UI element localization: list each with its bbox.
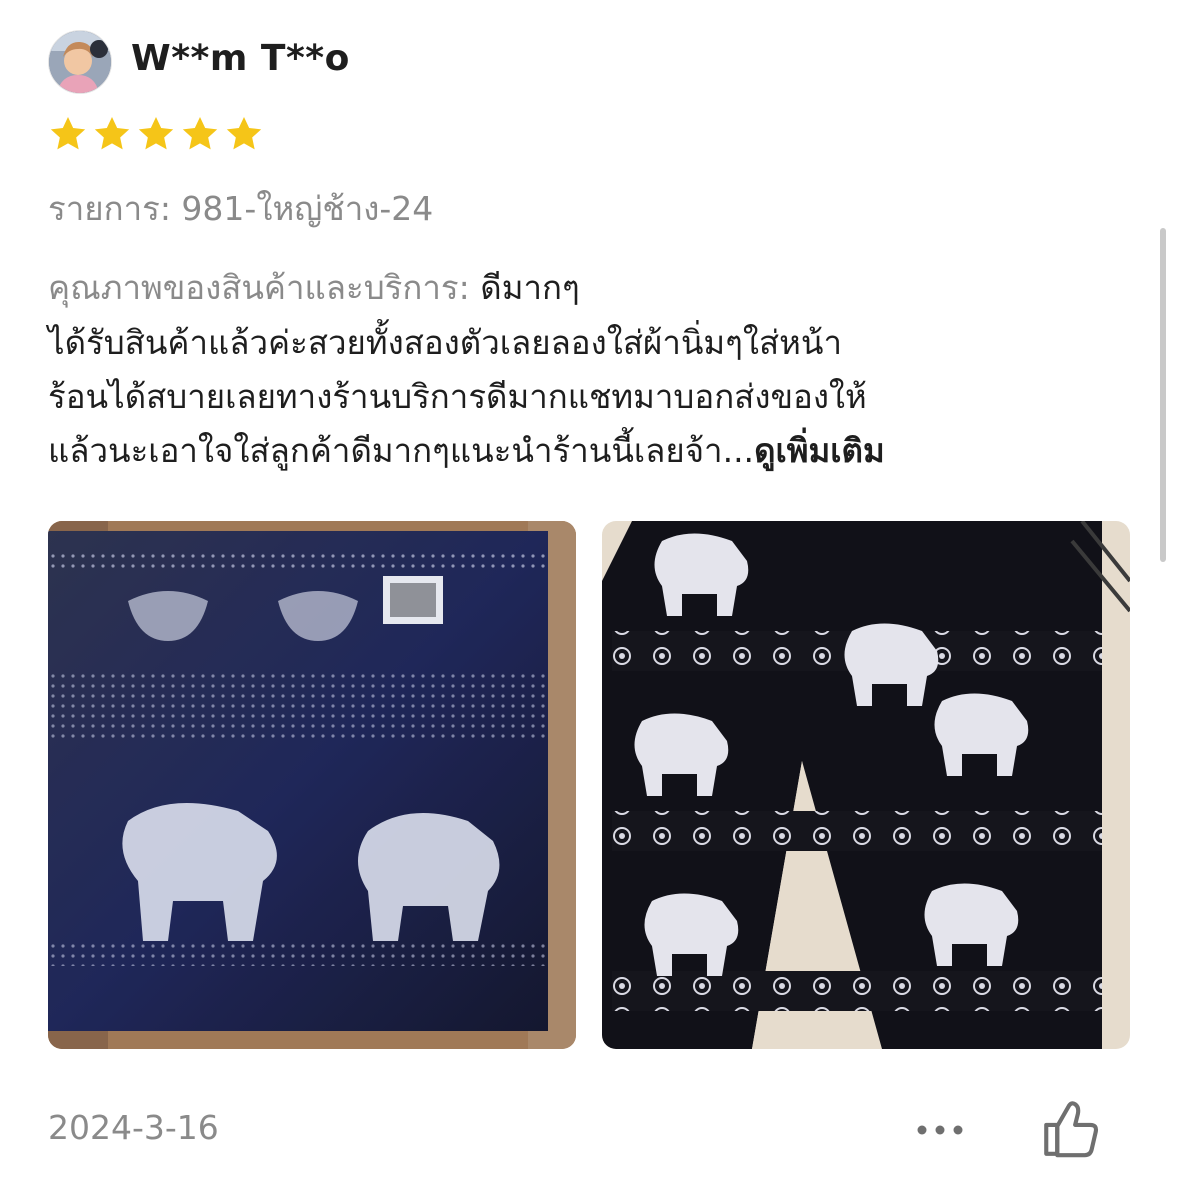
scrollbar[interactable] <box>1160 228 1166 562</box>
product-variant: รายการ: 981-ใหญ่ช้าง-24 <box>48 189 434 228</box>
ellipsis-icon <box>917 1125 963 1135</box>
review-text-line: ได้รับสินค้าแล้วค่ะสวยทั้งสองตัวเลยลองใส… <box>48 323 842 362</box>
review-text-line-end: แล้วนะเอาใจใส่ลูกค้าดีมากๆแนะนำร้านนี้เล… <box>48 431 755 470</box>
quality-label: คุณภาพของสินค้าและบริการ: <box>48 268 470 307</box>
quality-line: คุณภาพของสินค้าและบริการ: ดีมากๆ <box>48 262 1143 314</box>
review-photo-1[interactable] <box>48 521 576 1049</box>
star-icon <box>50 117 86 150</box>
reviewer-name[interactable]: W**m T**o <box>131 38 350 79</box>
review-photo-2[interactable] <box>602 521 1130 1049</box>
star-icon <box>94 117 130 150</box>
review-text: ได้รับสินค้าแล้วค่ะสวยทั้งสองตัวเลยลองใส… <box>48 316 1143 478</box>
review-date: 2024-3-16 <box>48 1108 219 1147</box>
review-text-line: แล้วนะเอาใจใส่ลูกค้าดีมากๆแนะนำร้านนี้เล… <box>48 424 1143 478</box>
star-rating <box>48 114 264 154</box>
quality-value: ดีมากๆ <box>480 268 580 307</box>
star-icon <box>138 117 174 150</box>
star-icon <box>226 117 262 150</box>
star-icon <box>182 117 218 150</box>
like-button[interactable] <box>1038 1096 1104 1162</box>
thumbs-up-icon <box>1044 1101 1099 1158</box>
review-text-line: ร้อนได้สบายเลยทางร้านบริการดีมากแชทมาบอก… <box>48 377 867 416</box>
more-options-button[interactable] <box>910 1110 970 1150</box>
see-more-link[interactable]: ดูเพิ่มเติม <box>754 431 885 470</box>
review-content: คุณภาพของสินค้าและบริการ: ดีมากๆ ได้รับส… <box>48 262 1143 478</box>
avatar[interactable] <box>48 30 112 94</box>
